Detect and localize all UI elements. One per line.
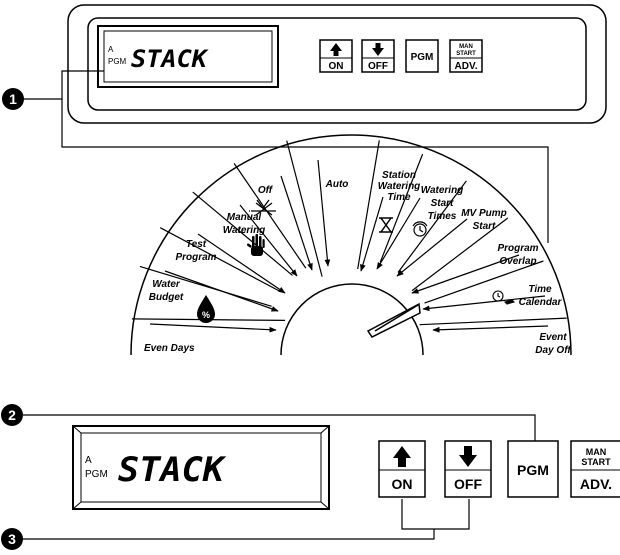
callout-1-leader <box>24 70 104 100</box>
bottom-lcd-indicator-a: A <box>85 455 92 466</box>
callout-3: 3 <box>1 528 23 550</box>
bottom-on-label: ON <box>392 476 413 492</box>
bottom-lcd-indicator-pgm: PGM <box>85 469 108 480</box>
callout-3-leader <box>23 529 435 540</box>
callout-3-number: 3 <box>8 531 16 547</box>
percent-drop-icon: % <box>197 295 215 323</box>
bottom-start-label: START <box>581 457 611 467</box>
controller-diagram: A PGM STACK ON OFF PGM MAN START ADV. 1 <box>1 4 620 550</box>
bottom-off-button[interactable]: OFF <box>444 440 492 498</box>
top-man-label: MAN <box>459 44 473 50</box>
dial-label-mv-pump-start: MV Pump Start <box>461 208 507 232</box>
top-man-start-adv-button[interactable]: MAN START ADV. <box>449 39 483 73</box>
clock-calendar-icon <box>492 290 516 305</box>
top-lcd-indicator-pgm: PGM <box>108 57 127 66</box>
callout-3-bracket <box>401 499 470 530</box>
bottom-off-label: OFF <box>454 476 482 492</box>
top-start-label: START <box>456 51 476 57</box>
bottom-pgm-label: PGM <box>517 462 549 478</box>
bottom-adv-label: ADV. <box>580 476 612 492</box>
bottom-on-button[interactable]: ON <box>378 440 426 498</box>
callout-2-leader <box>23 414 536 441</box>
dial-label-water-budget: Water Budget <box>149 279 184 303</box>
top-off-label: OFF <box>368 61 388 72</box>
bottom-lcd-display: A PGM STACK <box>72 425 330 510</box>
callout-2: 2 <box>1 404 23 426</box>
top-lcd-display: A PGM STACK <box>97 25 279 88</box>
bottom-pgm-button[interactable]: PGM <box>507 440 559 498</box>
bottom-man-label: MAN <box>586 447 607 457</box>
dial-label-even-days: Even Days <box>144 343 195 354</box>
svg-text:%: % <box>202 310 210 320</box>
top-off-button[interactable]: OFF <box>361 39 395 73</box>
callout-2-number: 2 <box>8 407 16 423</box>
top-on-button[interactable]: ON <box>319 39 353 73</box>
bottom-lcd-text: STACK <box>118 450 227 490</box>
top-adv-label: ADV. <box>455 61 478 72</box>
dial-label-event-day-off: Event Day Off <box>535 332 572 356</box>
top-pgm-label: PGM <box>411 52 434 63</box>
clock-icon <box>412 221 428 237</box>
callout-1: 1 <box>2 88 24 110</box>
hand-icon <box>246 234 265 256</box>
dial-label-off: Off <box>258 185 274 196</box>
hourglass-icon <box>379 217 393 233</box>
callout-1-number: 1 <box>9 91 17 107</box>
up-arrow-icon <box>330 43 342 56</box>
dial-label-watering-start-times: Watering Start Times <box>421 185 464 222</box>
top-lcd-text: STACK <box>131 45 210 73</box>
bottom-man-start-adv-button[interactable]: MAN START ADV. <box>570 440 620 498</box>
top-lcd-indicator-a: A <box>108 45 114 54</box>
top-on-label: ON <box>329 61 344 72</box>
top-pgm-button[interactable]: PGM <box>405 39 439 73</box>
dial-label-auto: Auto <box>325 179 349 190</box>
dial-label-station-watering-time: Station Watering Time <box>378 170 421 203</box>
dial-label-manual-watering: Manual Watering <box>223 212 266 236</box>
down-arrow-icon <box>372 43 384 56</box>
down-arrow-icon <box>459 446 477 467</box>
dial-pointer <box>366 302 421 338</box>
up-arrow-icon <box>393 446 411 467</box>
